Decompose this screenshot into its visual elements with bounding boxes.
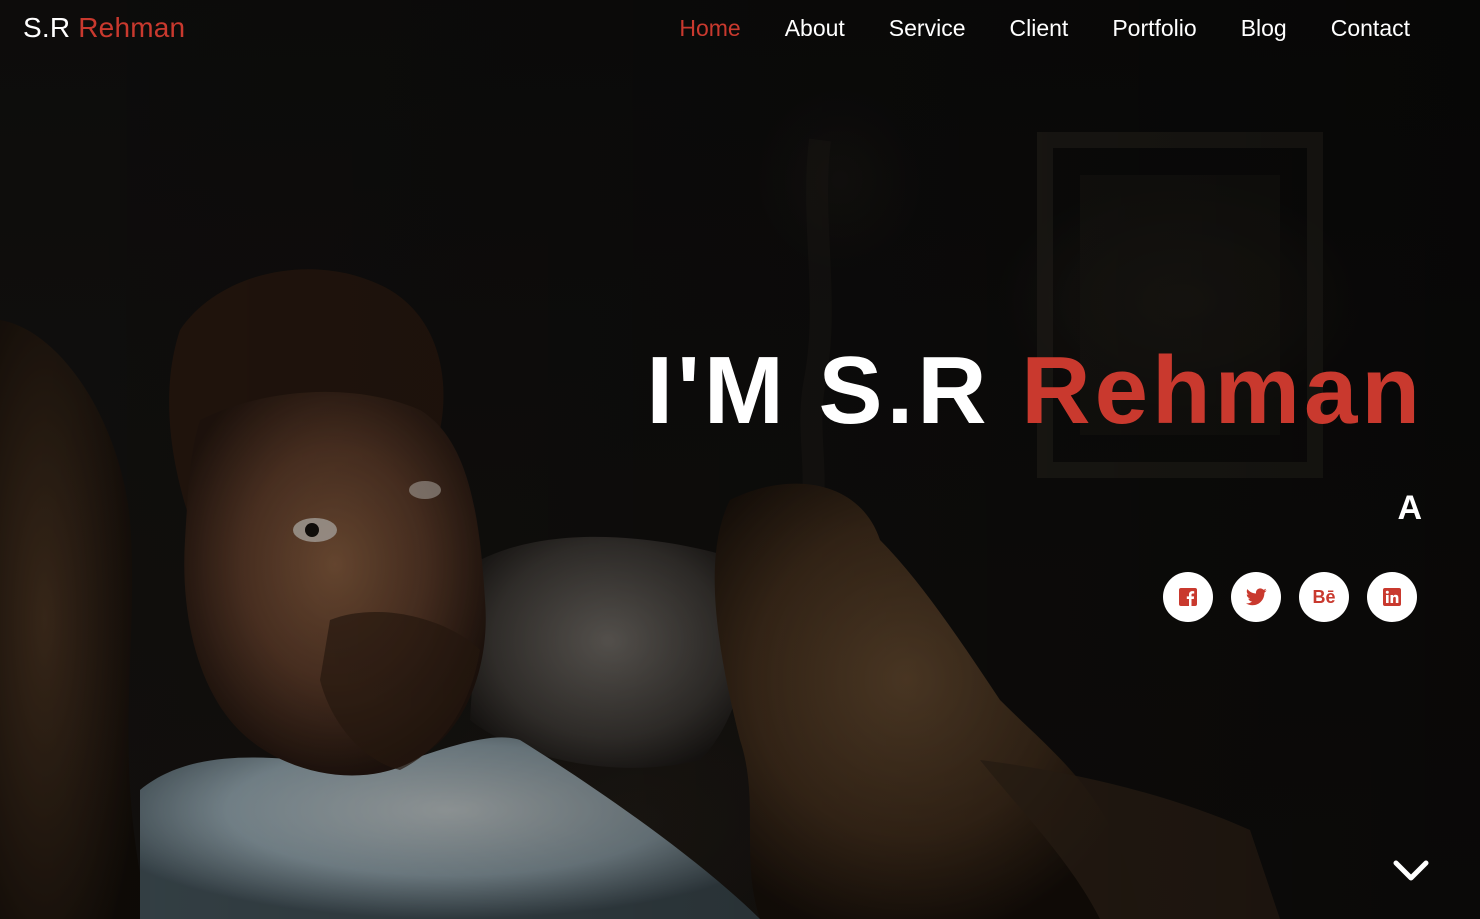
twitter-link[interactable] <box>1231 572 1281 622</box>
headline-prefix: I'M S.R <box>646 337 1022 444</box>
nav-item-contact[interactable]: Contact <box>1331 14 1410 42</box>
hero-headline: I'M S.R Rehman <box>646 336 1424 446</box>
brand-logo[interactable]: S.R Rehman <box>23 11 185 45</box>
linkedin-link[interactable] <box>1367 572 1417 622</box>
main-nav: Home About Service Client Portfolio Blog… <box>635 14 1410 42</box>
linkedin-icon <box>1383 588 1401 606</box>
hero-background-image <box>0 0 1480 919</box>
nav-item-about[interactable]: About <box>785 14 845 42</box>
nav-item-service[interactable]: Service <box>889 14 966 42</box>
nav-item-home[interactable]: Home <box>679 14 740 42</box>
behance-icon: Bē <box>1312 587 1336 607</box>
twitter-icon <box>1245 588 1267 606</box>
headline-accent: Rehman <box>1021 337 1424 444</box>
navbar: S.R Rehman Home About Service Client Por… <box>0 0 1480 58</box>
hero-section: S.R Rehman Home About Service Client Por… <box>0 0 1480 919</box>
nav-item-blog[interactable]: Blog <box>1241 14 1287 42</box>
typed-subtitle: A <box>1397 489 1422 527</box>
nav-item-client[interactable]: Client <box>1010 14 1069 42</box>
behance-link[interactable]: Bē <box>1299 572 1349 622</box>
nav-item-portfolio[interactable]: Portfolio <box>1112 14 1196 42</box>
facebook-link[interactable] <box>1163 572 1213 622</box>
facebook-icon <box>1179 588 1197 606</box>
chevron-down-icon[interactable] <box>1392 856 1430 886</box>
social-links: Bē <box>1145 572 1417 622</box>
brand-accent: Rehman <box>78 12 186 43</box>
brand-first: S.R <box>23 12 79 43</box>
